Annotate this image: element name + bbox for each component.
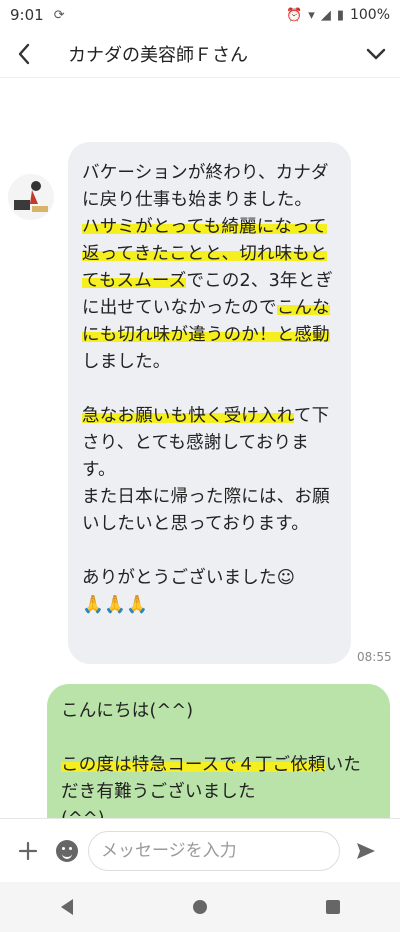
message-text: こんにちは(^^): [61, 701, 194, 721]
signal-icon: ◢: [320, 7, 331, 23]
menu-toggle-button[interactable]: [352, 30, 400, 78]
battery-level: 100%: [349, 7, 390, 23]
chevron-down-icon: [366, 48, 386, 59]
highlighted-text: 急なお願いも快く受け入れ: [82, 406, 294, 426]
system-nav-bar: [0, 882, 400, 932]
chat-header: カナダの美容師Ｆさん: [0, 30, 400, 78]
battery-icon: ▮: [336, 7, 344, 23]
highlighted-text: この度は特急コースで４丁ご依頼: [61, 755, 326, 775]
add-attachment-button[interactable]: [0, 841, 56, 861]
message-text: て下さり、とても感謝しております。 また日本に帰った際には、お願いしたいと思って…: [82, 406, 330, 615]
send-button[interactable]: [340, 841, 392, 861]
incoming-message-bubble[interactable]: バケーションが終わり、カナダに戻り仕事も始まりました。 ハサミがとっても綺麗にな…: [68, 142, 351, 664]
recents-square-icon: [326, 900, 341, 914]
plus-icon: [18, 841, 38, 860]
wifi-icon: ▾: [308, 7, 315, 23]
avatar-image: [8, 174, 54, 220]
chat-title[interactable]: カナダの美容師Ｆさん: [48, 41, 352, 67]
outgoing-message-bubble[interactable]: こんにちは(^^) この度は特急コースで４丁ご依頼いただき有難うございました (…: [47, 684, 390, 818]
back-triangle-icon: [60, 899, 73, 915]
nav-home-button[interactable]: [180, 887, 220, 927]
back-button[interactable]: [0, 30, 48, 78]
nav-recents-button[interactable]: [313, 887, 353, 927]
status-time: 9:01: [10, 6, 44, 24]
emoji-button[interactable]: [56, 839, 78, 862]
message-input-bar: [0, 818, 400, 882]
nav-back-button[interactable]: [47, 887, 87, 927]
sync-icon: ⟳: [53, 7, 65, 23]
home-circle-icon: [192, 900, 207, 914]
message-timestamp: 08:55: [357, 650, 392, 664]
message-input[interactable]: [88, 830, 340, 871]
message-text: バケーションが終わり、カナダに戻り仕事も始まりました。: [82, 163, 329, 210]
alarm-icon: ⏰: [286, 7, 303, 23]
message-text: しました。: [82, 352, 171, 372]
chat-area[interactable]: バケーションが終わり、カナダに戻り仕事も始まりました。 ハサミがとっても綺麗にな…: [0, 78, 400, 818]
status-bar: 9:01 ⟳ ⏰ ▾ ◢ ▮ 100%: [0, 0, 400, 30]
emoji-icon: [62, 852, 72, 859]
back-arrow-icon: [18, 43, 30, 64]
send-icon: [357, 842, 375, 859]
avatar[interactable]: [8, 174, 54, 220]
